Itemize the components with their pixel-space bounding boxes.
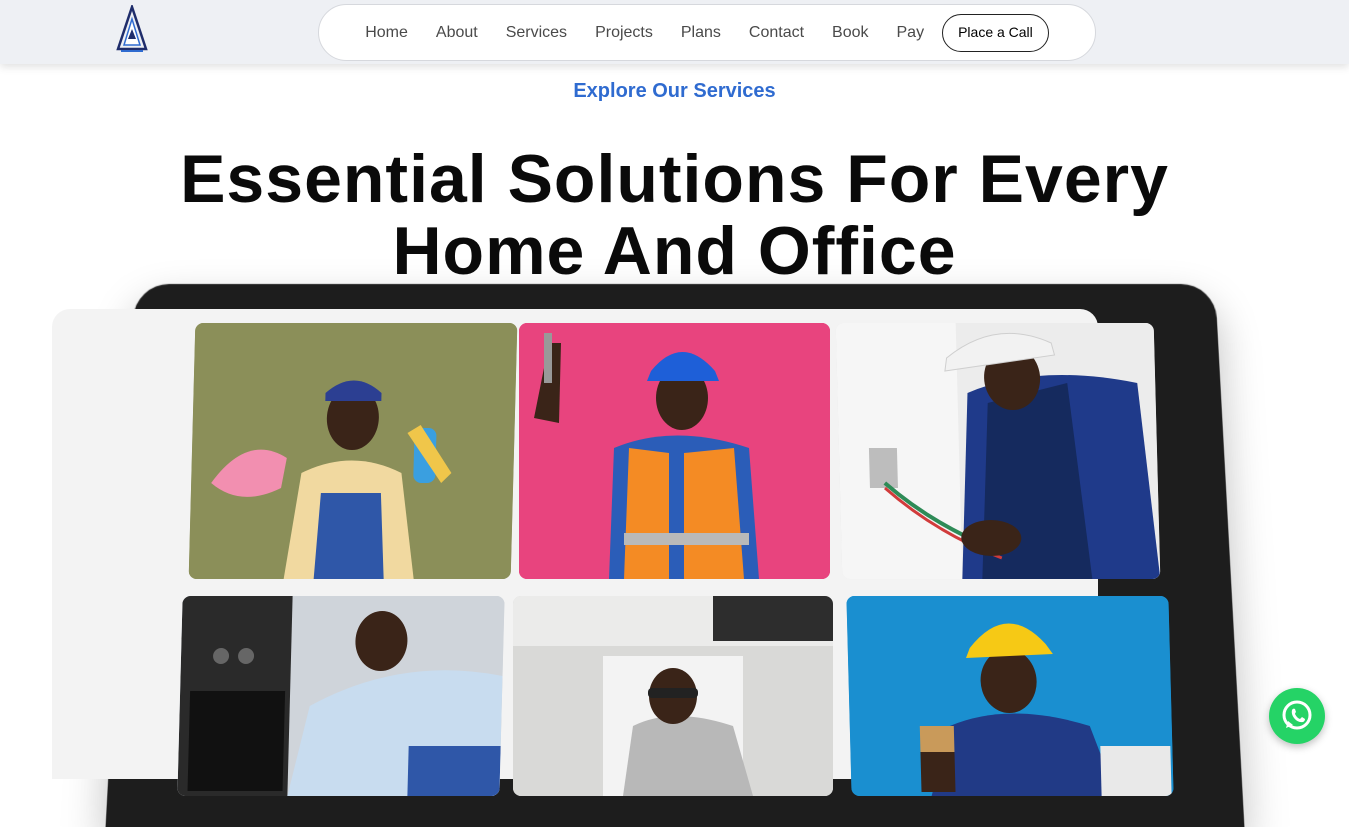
nav-about[interactable]: About (436, 24, 478, 42)
nav-book[interactable]: Book (832, 24, 868, 42)
electrician-photo (836, 323, 1161, 579)
cleaner-photo (189, 323, 518, 579)
section-eyebrow: Explore Our Services (0, 80, 1349, 103)
construction-worker-photo (519, 323, 830, 579)
painter-photo (846, 596, 1173, 796)
nav-contact[interactable]: Contact (749, 24, 804, 42)
nav-pay[interactable]: Pay (897, 24, 925, 42)
nav-projects[interactable]: Projects (595, 24, 653, 42)
nav-plans[interactable]: Plans (681, 24, 721, 42)
main-nav: Home About Services Projects Plans Conta… (318, 4, 1096, 61)
whatsapp-icon[interactable] (1269, 688, 1325, 744)
site-header: Home About Services Projects Plans Conta… (0, 0, 1349, 64)
appliance-repair-photo (177, 596, 504, 796)
nav-home[interactable]: Home (365, 24, 408, 42)
nav-services[interactable]: Services (506, 24, 567, 42)
page-title: Essential Solutions For Every Home And O… (100, 143, 1249, 287)
logo-a-triangle-icon[interactable] (112, 5, 152, 55)
plumber-photo (513, 596, 833, 796)
place-call-button[interactable]: Place a Call (942, 14, 1049, 52)
